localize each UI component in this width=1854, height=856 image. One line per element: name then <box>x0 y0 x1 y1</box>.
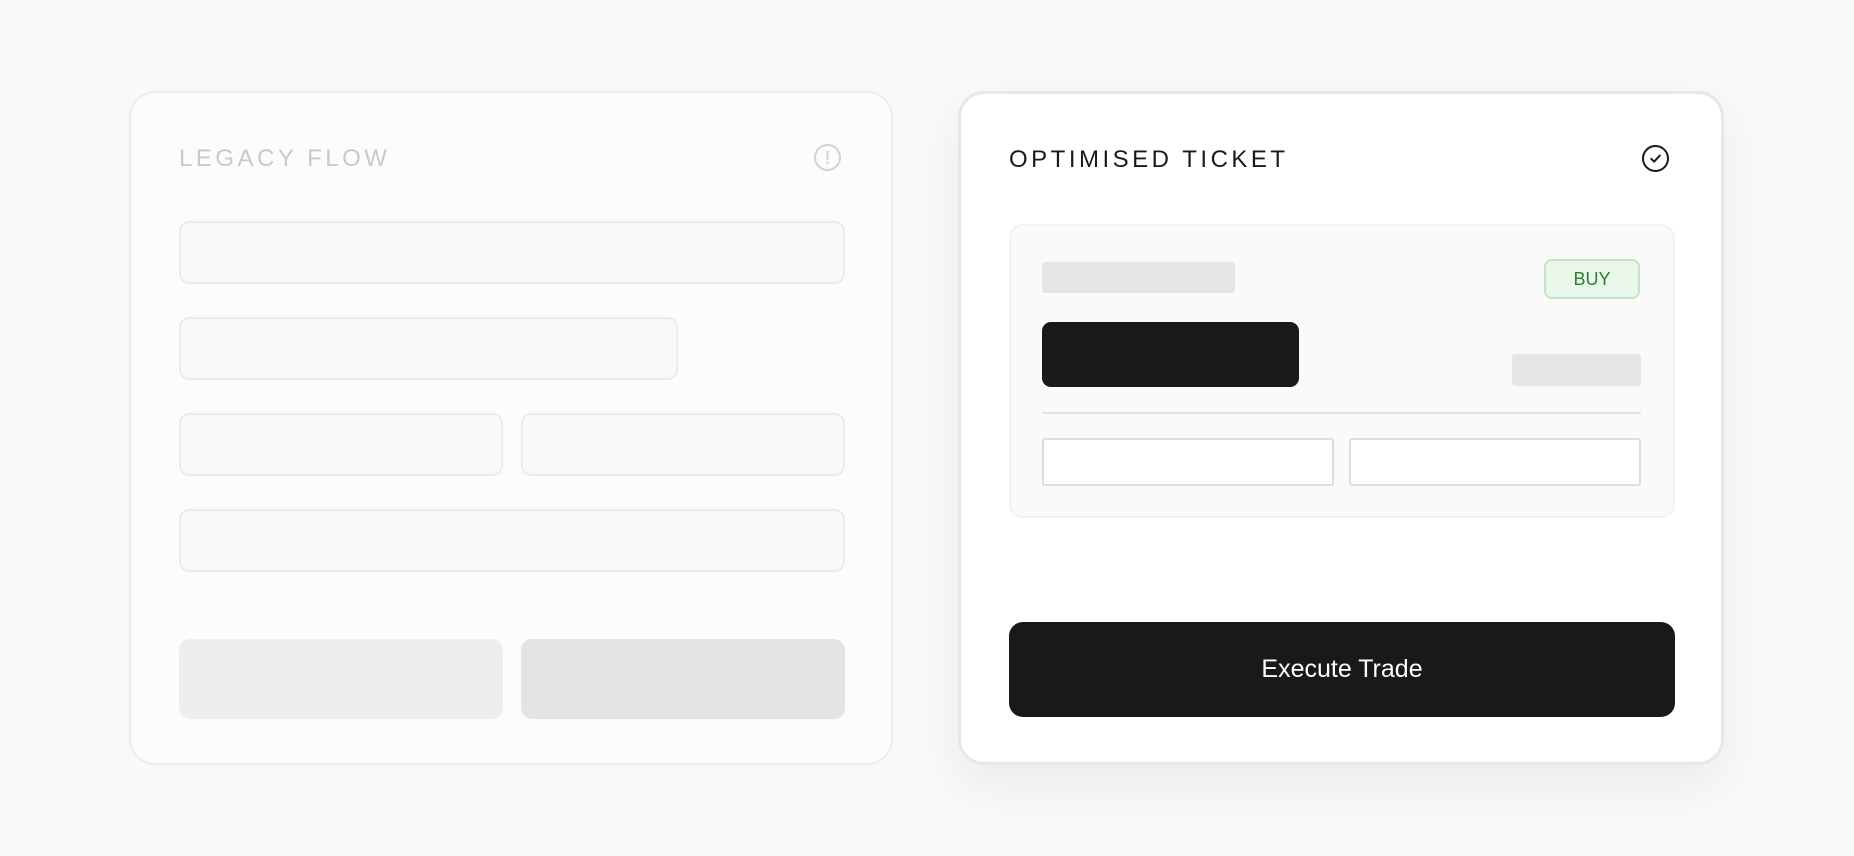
execute-trade-button[interactable]: Execute Trade <box>1009 622 1675 717</box>
legacy-flow-card: LEGACY FLOW <box>129 91 893 765</box>
instrument-placeholder <box>1042 262 1235 293</box>
buy-side-badge[interactable]: BUY <box>1544 259 1640 299</box>
legacy-field-4[interactable] <box>521 413 845 476</box>
price-meta-placeholder <box>1512 354 1641 386</box>
legacy-field-2[interactable] <box>179 317 678 380</box>
price-display <box>1042 322 1299 387</box>
check-circle-icon <box>1642 145 1669 172</box>
optimised-ticket-title: OPTIMISED TICKET <box>1009 146 1289 173</box>
legacy-field-5[interactable] <box>179 509 845 572</box>
quantity-input[interactable] <box>1042 438 1334 486</box>
alert-circle-icon <box>814 144 841 171</box>
legacy-secondary-button[interactable] <box>179 639 503 719</box>
legacy-primary-button[interactable] <box>521 639 845 719</box>
limit-price-input[interactable] <box>1349 438 1641 486</box>
ticket-divider <box>1042 412 1641 414</box>
legacy-field-3[interactable] <box>179 413 503 476</box>
trade-ticket-panel: BUY <box>1009 224 1675 518</box>
legacy-field-1[interactable] <box>179 221 845 284</box>
legacy-flow-title: LEGACY FLOW <box>179 145 391 172</box>
optimised-ticket-card: OPTIMISED TICKET BUY Execute Trade <box>958 91 1724 765</box>
